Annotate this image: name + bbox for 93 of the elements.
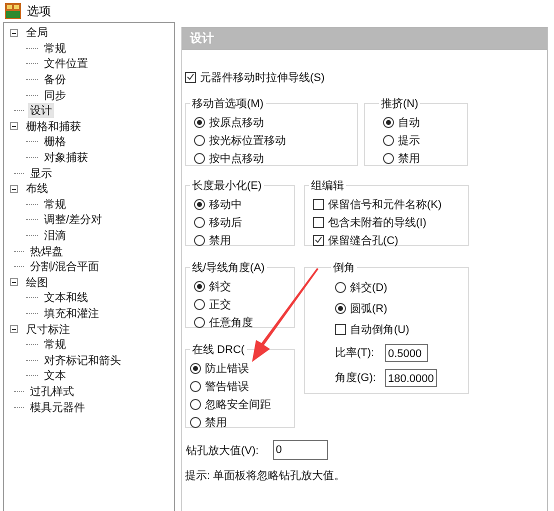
radio-button[interactable]	[194, 116, 205, 128]
tree-item[interactable]: 同步	[42, 88, 68, 103]
tree-item[interactable]: 模具元器件	[28, 400, 87, 415]
tree-item[interactable]: 对象捕获	[42, 150, 90, 166]
radio-label: 提示	[398, 134, 420, 148]
input-field[interactable]: 0.5000	[385, 344, 428, 362]
tree-item[interactable]: 备份	[42, 72, 68, 88]
input-field[interactable]: 0	[272, 440, 328, 460]
radio-button[interactable]	[194, 298, 205, 310]
collapse-icon[interactable]	[10, 325, 18, 334]
radio-label: 禁用	[398, 152, 420, 166]
tree-item[interactable]: 尺寸标注	[24, 322, 72, 337]
checkbox[interactable]	[313, 216, 324, 228]
tree-item[interactable]: 全局	[24, 25, 50, 40]
field-label: 角度(G):	[335, 370, 377, 385]
radio-label: 忽略安全间距	[205, 398, 271, 412]
group-title: 在线 DRC(	[191, 343, 246, 357]
panel-title: 设计	[182, 27, 547, 50]
collapse-icon[interactable]	[10, 184, 18, 193]
group-title: 移动首选项(M)	[191, 97, 264, 111]
app-icon	[5, 3, 21, 19]
radio-label: 禁用	[209, 234, 231, 248]
checkbox[interactable]	[185, 72, 196, 82]
group-title: 推挤(N)	[380, 96, 420, 111]
radio-label: 斜交	[209, 280, 231, 294]
radio-label: 任意角度	[209, 316, 253, 330]
tree-item[interactable]: 绘图	[24, 274, 50, 290]
tree-item[interactable]: 设计	[28, 103, 54, 118]
radio-button[interactable]	[194, 198, 205, 210]
field-label: 钻孔放大值(V):	[186, 444, 259, 458]
radio-button[interactable]	[194, 152, 205, 164]
radio-button[interactable]	[190, 398, 201, 410]
tree-item[interactable]: 显示	[28, 166, 54, 181]
group-title: 倒角	[332, 261, 356, 275]
window-title: 选项	[27, 2, 51, 20]
tree-item[interactable]: 文本	[42, 368, 68, 384]
radio-button[interactable]	[383, 134, 394, 146]
tree-item[interactable]: 文件位置	[42, 56, 90, 72]
radio-label: 移动中	[209, 198, 242, 212]
radio-label: 按原点移动	[209, 116, 264, 130]
radio-label: 斜交(D)	[350, 280, 388, 295]
tree-item[interactable]: 常规	[42, 337, 68, 352]
field-label: 比率(T):	[335, 346, 376, 360]
radio-button[interactable]	[194, 234, 205, 246]
radio-label: 警告错误	[205, 380, 249, 394]
radio-label: 移动后	[209, 216, 242, 230]
collapse-icon[interactable]	[10, 28, 18, 37]
checkbox-label: 自动倒角(U)	[350, 323, 410, 337]
radio-button[interactable]	[383, 116, 394, 128]
checkbox-label: 元器件移动时拉伸导线(S)	[200, 70, 325, 84]
radio-button[interactable]	[383, 152, 394, 164]
tree-item[interactable]: 对齐标记和箭头	[42, 352, 123, 368]
radio-label: 防止错误	[205, 362, 249, 376]
tree-item[interactable]: 分割/混合平面	[28, 259, 102, 274]
checkbox-label: 保留缝合孔(C)	[328, 234, 398, 248]
radio-button[interactable]	[190, 362, 201, 374]
collapse-icon[interactable]	[10, 122, 18, 130]
radio-label: 正交	[209, 298, 231, 312]
tree-item[interactable]: 常规	[42, 40, 68, 56]
radio-button[interactable]	[194, 216, 205, 228]
radio-label: 禁用	[205, 416, 227, 430]
group-title: 长度最小化(E)	[191, 178, 263, 193]
tree-item[interactable]: 常规	[42, 196, 68, 212]
tree-item[interactable]: 填充和灌注	[42, 306, 101, 321]
collapse-icon[interactable]	[10, 278, 18, 286]
radio-button[interactable]	[335, 282, 346, 293]
radio-label: 按中点移动	[209, 152, 264, 166]
radio-button[interactable]	[190, 380, 201, 392]
radio-label: 圆弧(R)	[350, 302, 388, 316]
tree-item[interactable]: 调整/差分对	[42, 212, 104, 228]
checkbox[interactable]	[313, 234, 324, 246]
tree-item[interactable]: 热焊盘	[28, 244, 65, 259]
tree-item[interactable]: 文本和线	[42, 290, 90, 306]
radio-label: 自动	[398, 116, 420, 130]
radio-button[interactable]	[194, 316, 205, 328]
group-title: 组编辑	[310, 179, 345, 193]
hint-text: 提示: 单面板将忽略钻孔放大值。	[185, 469, 346, 483]
tree-item[interactable]: 栅格和捕获	[24, 118, 83, 134]
tree-item[interactable]: 泪滴	[42, 228, 68, 244]
checkbox[interactable]	[335, 324, 346, 335]
input-field[interactable]: 180.0000	[385, 368, 437, 386]
radio-button[interactable]	[335, 303, 346, 314]
radio-label: 按光标位置移动	[209, 134, 286, 148]
group-title: 线/导线角度(A)	[191, 260, 266, 275]
tree-item[interactable]: 栅格	[42, 134, 68, 150]
radio-button[interactable]	[194, 280, 205, 292]
checkbox[interactable]	[313, 198, 324, 210]
radio-button[interactable]	[190, 416, 201, 428]
checkbox-label: 保留信号和元件名称(K)	[328, 198, 442, 212]
checkbox-label: 包含未附着的导线(I)	[328, 216, 426, 230]
radio-button[interactable]	[194, 134, 205, 146]
tree-item[interactable]: 过孔样式	[28, 384, 76, 399]
tree-item[interactable]: 布线	[24, 181, 50, 196]
